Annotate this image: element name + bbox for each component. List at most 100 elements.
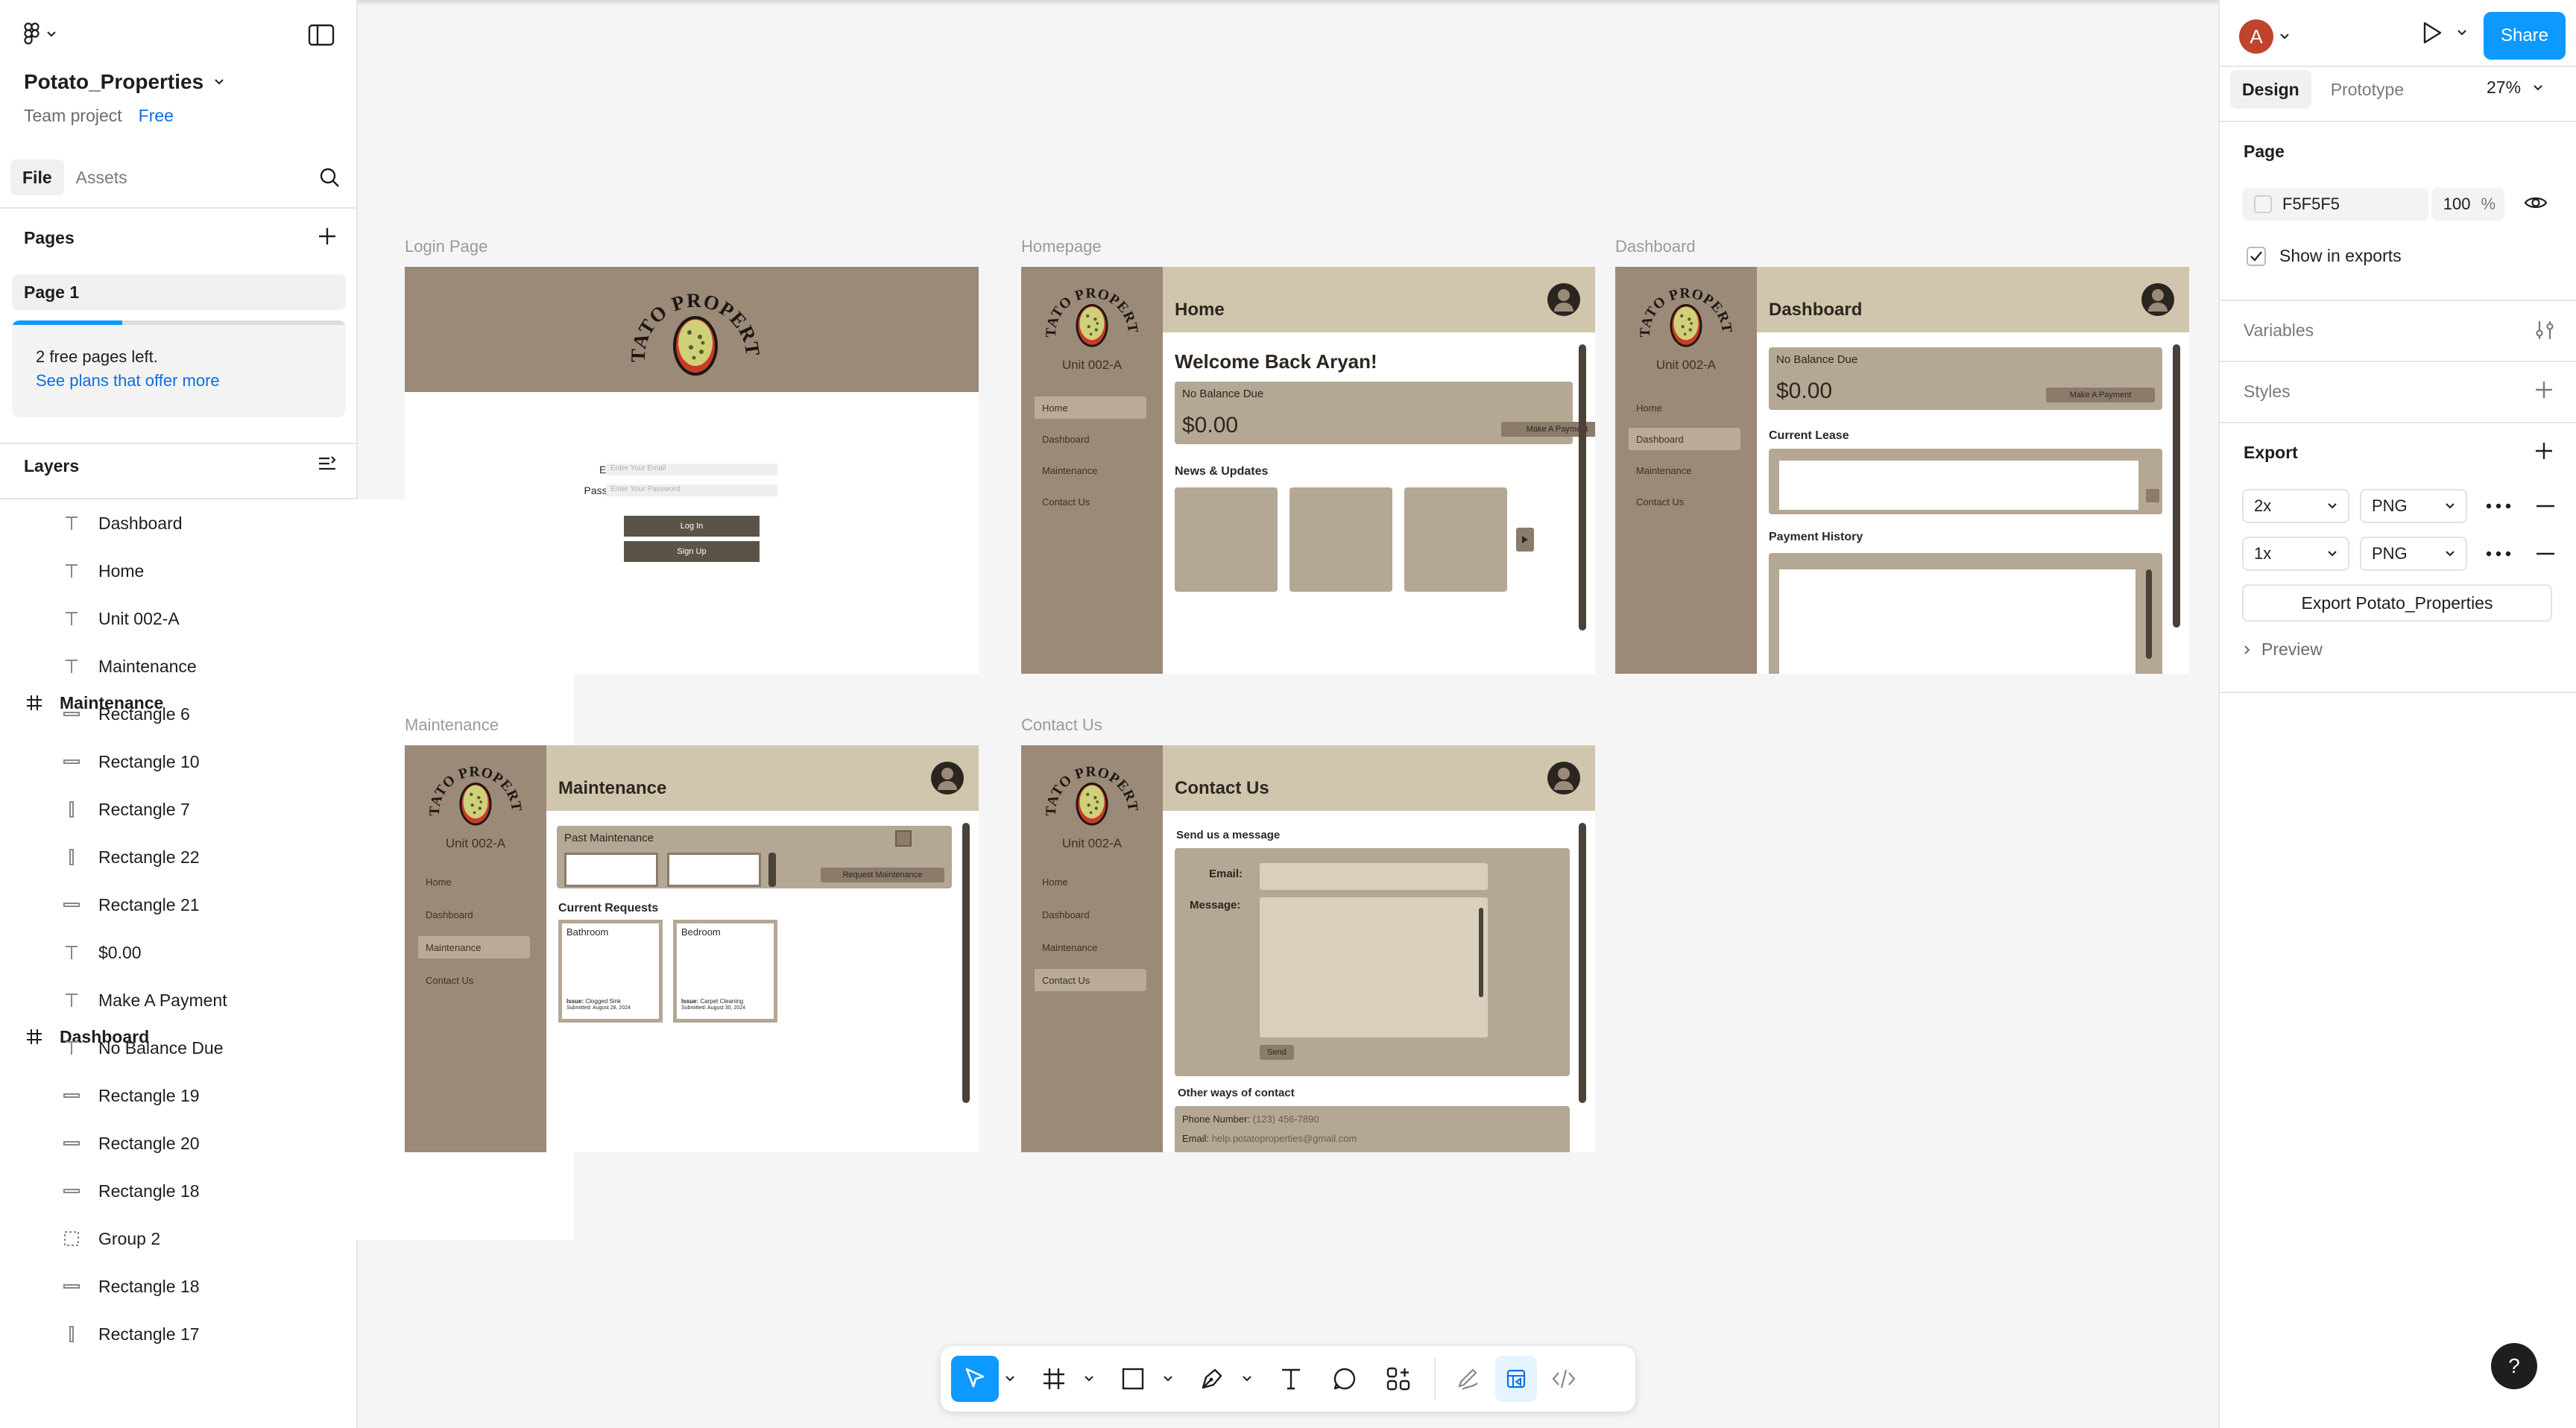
zoom-dropdown[interactable]: 27% <box>2487 78 2543 98</box>
share-button[interactable]: Share <box>2484 12 2566 60</box>
nav-home[interactable]: Home <box>1042 876 1068 888</box>
nav-maintenance[interactable]: Maintenance <box>1042 465 1097 476</box>
visibility-toggle[interactable] <box>2524 194 2548 212</box>
email-input[interactable] <box>1260 863 1488 890</box>
layer-item[interactable]: Group 2 <box>0 1215 358 1263</box>
search-button[interactable] <box>318 165 341 189</box>
nav-dashboard[interactable]: Dashboard <box>1636 434 1684 445</box>
email-input[interactable]: Enter Your Email <box>606 464 777 476</box>
add-style-button[interactable] <box>2533 379 2555 401</box>
nav-home[interactable]: Home <box>1636 402 1662 414</box>
layer-item[interactable]: Rectangle 22 <box>0 833 358 881</box>
tab-assets[interactable]: Assets <box>64 159 139 195</box>
design-mode-button[interactable] <box>1495 1356 1537 1402</box>
more-options-icon[interactable] <box>2485 502 2512 510</box>
past-item[interactable] <box>667 853 761 887</box>
page-color-field[interactable]: F5F5F5 <box>2242 188 2428 221</box>
request-card[interactable]: Bedroom Issue: Carpet Cleaning Submitted… <box>673 920 777 1023</box>
send-button[interactable]: Send <box>1260 1045 1294 1060</box>
color-swatch[interactable] <box>2254 195 2272 213</box>
nav-dashboard[interactable]: Dashboard <box>1042 909 1090 920</box>
layer-item[interactable]: Rectangle 6 <box>0 690 358 738</box>
tab-prototype[interactable]: Prototype <box>2319 70 2416 109</box>
layer-item[interactable]: Rectangle 18 <box>0 1167 358 1215</box>
profile-icon[interactable] <box>1547 762 1580 794</box>
nav-maintenance[interactable]: Maintenance <box>426 942 481 953</box>
login-button[interactable]: Log In <box>624 516 760 537</box>
scrollbar[interactable] <box>768 853 776 887</box>
scrollbar[interactable] <box>1579 344 1586 631</box>
request-maintenance-button[interactable]: Request Maintenance <box>821 868 944 882</box>
nav-dashboard[interactable]: Dashboard <box>426 909 473 920</box>
frame-homepage[interactable]: POTATO PROPERTIES Unit 002-A Home Dashbo… <box>1021 267 1595 674</box>
comment-tool-button[interactable] <box>1321 1356 1368 1402</box>
layer-item[interactable]: No Balance Due <box>0 1024 358 1072</box>
show-in-exports-checkbox[interactable] <box>2247 246 2266 266</box>
layer-item[interactable]: Dashboard <box>0 499 358 547</box>
message-textarea[interactable] <box>1260 897 1488 1037</box>
layer-item[interactable]: Rectangle 20 <box>0 1119 358 1167</box>
nav-contact[interactable]: Contact Us <box>426 975 473 986</box>
signup-button[interactable]: Sign Up <box>624 541 760 562</box>
password-input[interactable]: Enter Your Password <box>606 484 777 496</box>
more-options-icon[interactable] <box>2485 550 2512 557</box>
dev-mode-button[interactable] <box>1543 1356 1585 1402</box>
present-button[interactable] <box>2421 21 2467 45</box>
news-card[interactable] <box>1289 487 1392 592</box>
export-scale-select[interactable]: 1x <box>2242 537 2349 571</box>
profile-icon[interactable] <box>2141 283 2174 316</box>
file-name[interactable]: Potato_Properties <box>24 70 224 94</box>
collapse-layers-button[interactable] <box>316 453 338 476</box>
news-card[interactable] <box>1404 487 1507 592</box>
chevron-down-icon[interactable] <box>1242 1375 1252 1383</box>
page-opacity-field[interactable]: 100 % <box>2431 188 2504 221</box>
export-scale-select[interactable]: 2x <box>2242 489 2349 523</box>
nav-contact[interactable]: Contact Us <box>1042 975 1090 986</box>
layer-item[interactable]: Unit 002-A <box>0 595 358 642</box>
chevron-down-icon[interactable] <box>1005 1375 1015 1383</box>
frame-label-login[interactable]: Login Page <box>405 237 487 256</box>
history-table[interactable] <box>1779 569 2135 674</box>
scrollbar[interactable] <box>2173 344 2180 628</box>
past-item[interactable] <box>564 853 658 887</box>
nav-contact[interactable]: Contact Us <box>1636 496 1684 508</box>
frame-login[interactable]: POTATO PROPERTIES Email Enter Your Email… <box>405 267 979 674</box>
scrollbar[interactable] <box>1579 823 1586 1103</box>
layer-item[interactable]: Rectangle 7 <box>0 786 358 833</box>
project-name[interactable]: Team project <box>24 106 122 126</box>
move-tool-button[interactable] <box>951 1356 999 1402</box>
layer-item[interactable]: Make A Payment <box>0 976 358 1024</box>
lease-document[interactable] <box>1779 461 2138 510</box>
export-button[interactable]: Export Potato_Properties <box>2242 584 2552 622</box>
layer-item[interactable]: Rectangle 19 <box>0 1072 358 1119</box>
make-payment-button[interactable]: Make A Payment <box>2046 388 2155 402</box>
nav-maintenance[interactable]: Maintenance <box>1636 465 1691 476</box>
tab-file[interactable]: File <box>10 159 64 195</box>
frame-label-contact[interactable]: Contact Us <box>1021 715 1102 735</box>
add-export-button[interactable] <box>2533 440 2555 462</box>
nav-home[interactable]: Home <box>1042 402 1068 414</box>
layer-item[interactable]: Rectangle 21 <box>0 881 358 929</box>
draw-mode-button[interactable] <box>1448 1356 1489 1402</box>
user-menu-button[interactable]: A <box>2239 19 2290 54</box>
chevron-down-icon[interactable] <box>1084 1375 1094 1383</box>
pen-tool-button[interactable] <box>1188 1356 1236 1402</box>
frame-maintenance[interactable]: POTATO PROPERTIES Unit 002-A Home Dashbo… <box>405 745 979 1152</box>
layer-item[interactable]: $0.00 <box>0 929 358 976</box>
text-tool-button[interactable] <box>1267 1356 1315 1402</box>
export-format-select[interactable]: PNG <box>2360 537 2467 571</box>
shape-tool-button[interactable] <box>1109 1356 1157 1402</box>
page-opacity-value[interactable]: 100 <box>2443 195 2471 214</box>
remove-export-icon[interactable] <box>2536 552 2555 556</box>
profile-icon[interactable] <box>931 762 964 794</box>
actions-tool-button[interactable] <box>1374 1356 1422 1402</box>
nav-dashboard[interactable]: Dashboard <box>1042 434 1090 445</box>
nav-contact[interactable]: Contact Us <box>1042 496 1090 508</box>
toggle-sidebar-button[interactable] <box>307 22 337 48</box>
frame-label-dashboard[interactable]: Dashboard <box>1615 237 1696 256</box>
preview-toggle[interactable]: Preview <box>2244 639 2323 660</box>
chevron-down-icon[interactable] <box>1163 1375 1173 1383</box>
variables-button[interactable] <box>2534 319 2555 341</box>
news-next-button[interactable] <box>1516 528 1534 552</box>
phone-value[interactable]: (123) 456-7890 <box>1253 1113 1319 1125</box>
